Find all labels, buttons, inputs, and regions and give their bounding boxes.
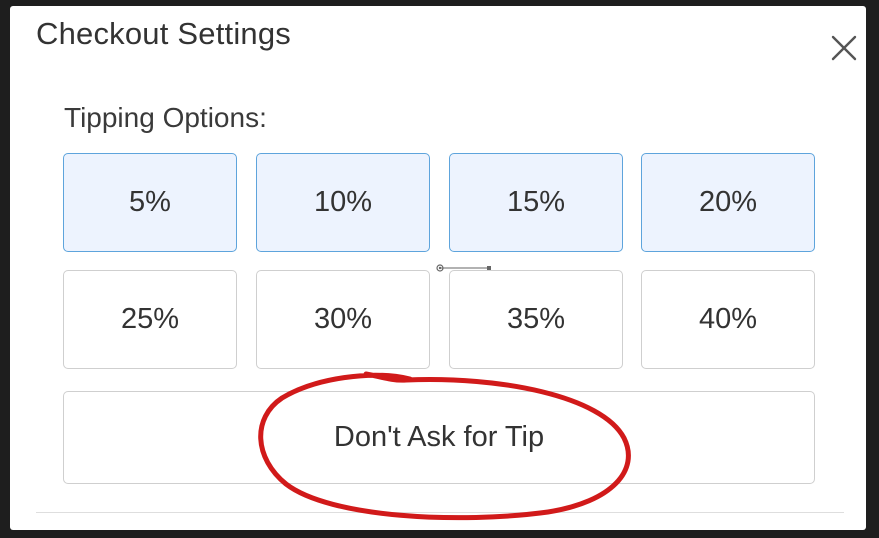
tip-option-5[interactable]: 5% [63,153,237,252]
tipping-options-label: Tipping Options: [64,102,267,133]
dialog-title: Checkout Settings [36,16,291,51]
tip-option-35[interactable]: 35% [449,270,623,369]
tip-option-30[interactable]: 30% [256,270,430,369]
tip-option-15[interactable]: 15% [449,153,623,252]
footer-divider [36,512,844,513]
close-button[interactable] [828,32,860,64]
tip-option-20[interactable]: 20% [641,153,815,252]
tip-option-10[interactable]: 10% [256,153,430,252]
checkout-settings-dialog: Checkout Settings Tipping Options: 5% 10… [10,6,866,530]
close-icon [831,35,857,61]
tip-option-40[interactable]: 40% [641,270,815,369]
tip-option-25[interactable]: 25% [63,270,237,369]
dont-ask-for-tip-button[interactable]: Don't Ask for Tip [63,391,815,484]
